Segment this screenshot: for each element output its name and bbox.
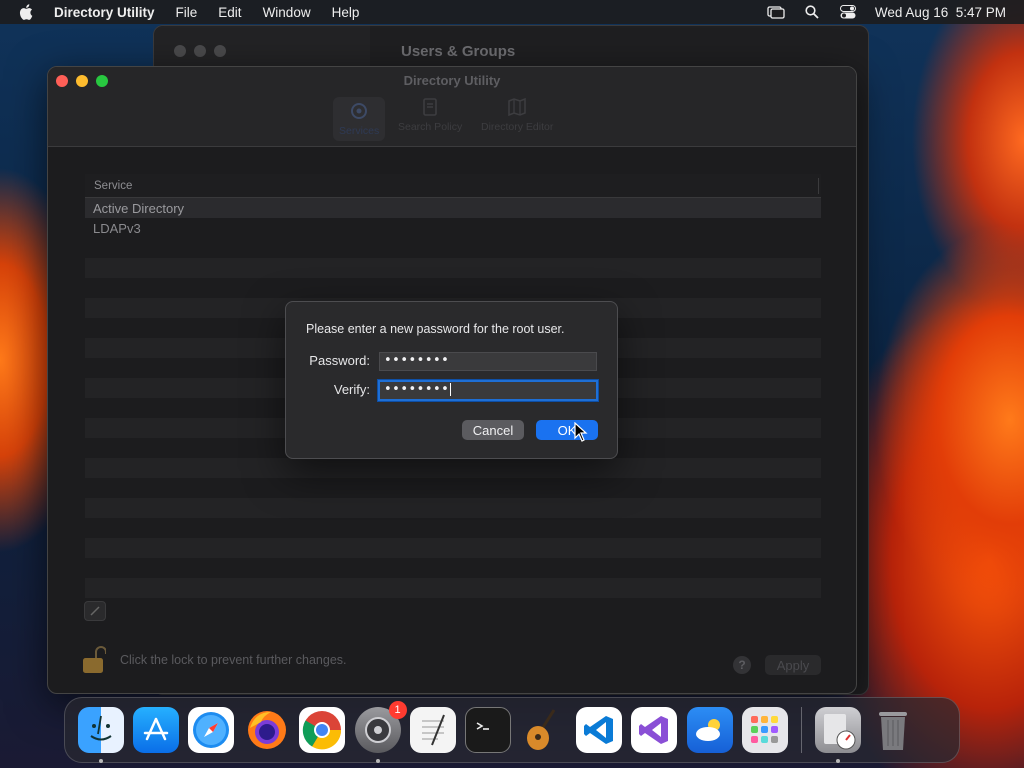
- visual-studio-icon: [639, 716, 669, 744]
- dock-trash[interactable]: [870, 707, 916, 753]
- dialog-prompt: Please enter a new password for the root…: [306, 322, 565, 336]
- edit-service-button[interactable]: [84, 601, 106, 621]
- menu-file[interactable]: File: [176, 5, 198, 20]
- firefox-icon: [247, 711, 286, 749]
- menu-clock[interactable]: Wed Aug 16 5:47 PM: [875, 5, 1006, 20]
- dock-safari[interactable]: [188, 707, 235, 753]
- control-center-icon[interactable]: [839, 5, 857, 19]
- empty-row: [85, 498, 821, 518]
- pencil-icon: [90, 606, 100, 616]
- dock-chrome[interactable]: [299, 707, 346, 753]
- users-groups-traffic-lights: [174, 45, 226, 57]
- tab-services[interactable]: Services: [333, 97, 386, 141]
- lock-message: Click the lock to prevent further change…: [120, 653, 347, 667]
- menu-bar: Directory Utility File Edit Window Help …: [0, 0, 1024, 24]
- dock-separator: [800, 707, 802, 753]
- menu-app-name[interactable]: Directory Utility: [54, 5, 155, 20]
- menu-window[interactable]: Window: [263, 5, 311, 20]
- lock-icon[interactable]: [82, 645, 106, 675]
- tab-directory-editor[interactable]: Directory Editor: [481, 97, 553, 133]
- dock-vscode[interactable]: [576, 707, 623, 753]
- dock-system-settings[interactable]: 1: [354, 701, 407, 763]
- apply-button[interactable]: Apply: [765, 655, 821, 675]
- column-header-service: Service: [94, 179, 133, 192]
- dock-weather[interactable]: [686, 707, 733, 753]
- guitar-icon: [526, 709, 555, 750]
- dock: 1: [64, 697, 960, 763]
- empty-row: [85, 518, 821, 538]
- table-header[interactable]: Service: [85, 174, 821, 198]
- chrome-icon: [303, 711, 342, 750]
- trash-icon: [878, 712, 907, 750]
- empty-row: [85, 278, 821, 298]
- help-button[interactable]: ?: [733, 656, 751, 674]
- verify-field[interactable]: ••••••••: [378, 380, 598, 401]
- directory-editor-icon: [508, 97, 526, 117]
- ok-button[interactable]: OK: [536, 420, 598, 440]
- empty-row: [85, 458, 821, 478]
- password-label: Password:: [309, 353, 370, 368]
- dock-terminal[interactable]: [465, 707, 512, 753]
- safari-icon: [193, 712, 230, 748]
- dock-app-store[interactable]: [133, 707, 180, 753]
- window-title: Directory Utility: [403, 73, 501, 88]
- empty-row: [85, 558, 821, 578]
- tab-directory-editor-label: Directory Editor: [481, 121, 554, 133]
- tab-search-policy-label: Search Policy: [398, 121, 463, 133]
- table-row[interactable]: LDAPv3: [85, 218, 821, 238]
- empty-row: [85, 578, 821, 598]
- window-toolbar: Directory Utility Services Search Policy…: [48, 67, 856, 147]
- apple-menu-icon[interactable]: [18, 4, 34, 20]
- empty-row: [85, 238, 821, 258]
- notification-badge: 1: [388, 701, 407, 719]
- screen-mirroring-icon[interactable]: [767, 5, 785, 19]
- empty-row: [85, 538, 821, 558]
- table-row[interactable]: Active Directory: [85, 198, 821, 218]
- gear-icon: [364, 717, 391, 743]
- password-field[interactable]: ••••••••: [379, 352, 597, 371]
- text-caret: [450, 383, 452, 396]
- launchpad-icon: [751, 716, 779, 743]
- dock-textedit[interactable]: [409, 707, 456, 753]
- lock-area: Click the lock to prevent further change…: [82, 645, 347, 675]
- menu-edit[interactable]: Edit: [218, 5, 241, 20]
- tab-search-policy[interactable]: Search Policy: [398, 97, 462, 133]
- tab-services-label: Services: [339, 125, 380, 137]
- weather-icon: [695, 719, 720, 741]
- dock-launchpad[interactable]: [742, 707, 789, 753]
- dock-firefox[interactable]: [244, 707, 290, 753]
- verify-label: Verify:: [333, 382, 370, 397]
- app-store-icon: [143, 717, 169, 741]
- search-policy-icon: [423, 98, 437, 116]
- textedit-icon: [421, 714, 445, 746]
- dock-garageband[interactable]: [521, 707, 567, 753]
- directory-utility-icon: [823, 714, 856, 750]
- menu-help[interactable]: Help: [332, 5, 360, 20]
- root-password-dialog: Please enter a new password for the root…: [285, 301, 618, 459]
- vscode-icon: [584, 716, 614, 744]
- dock-finder[interactable]: [77, 707, 124, 763]
- users-groups-title: Users & Groups: [401, 43, 516, 60]
- terminal-icon: [476, 722, 490, 730]
- dock-visual-studio[interactable]: [631, 707, 678, 753]
- spotlight-search-icon[interactable]: [803, 5, 821, 19]
- empty-row: [85, 478, 821, 498]
- cancel-button[interactable]: Cancel: [462, 420, 524, 440]
- mouse-pointer-icon: [574, 422, 588, 442]
- empty-row: [85, 258, 821, 278]
- services-icon: [351, 103, 368, 119]
- dock-directory-utility[interactable]: [814, 707, 861, 763]
- verify-field-value: ••••••••: [384, 382, 450, 397]
- finder-icon: [90, 715, 112, 741]
